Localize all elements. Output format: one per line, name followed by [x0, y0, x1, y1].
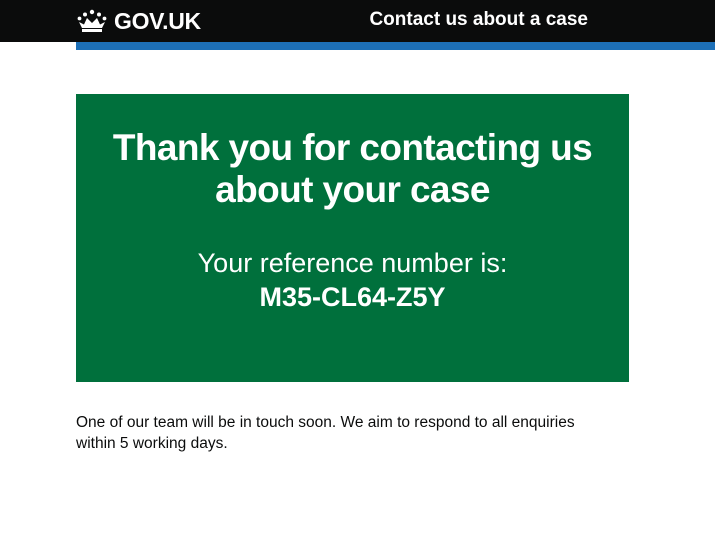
- govuk-logo-text: GOV.UK: [114, 7, 201, 34]
- header-blue-stripe: [76, 42, 715, 50]
- reference-number: M35-CL64-Z5Y: [259, 282, 446, 312]
- reference-label: Your reference number is:: [197, 248, 508, 278]
- service-name-link[interactable]: Contact us about a case: [369, 9, 588, 31]
- site-header: GOV.UK Contact us about a case: [0, 0, 715, 42]
- govuk-logo-link[interactable]: GOV.UK: [76, 6, 201, 36]
- panel-title: Thank you for contacting us about your c…: [112, 127, 593, 210]
- response-time-text: One of our team will be in touch soon. W…: [76, 414, 575, 452]
- crown-icon: [77, 9, 107, 32]
- confirmation-panel: Thank you for contacting us about your c…: [76, 94, 629, 382]
